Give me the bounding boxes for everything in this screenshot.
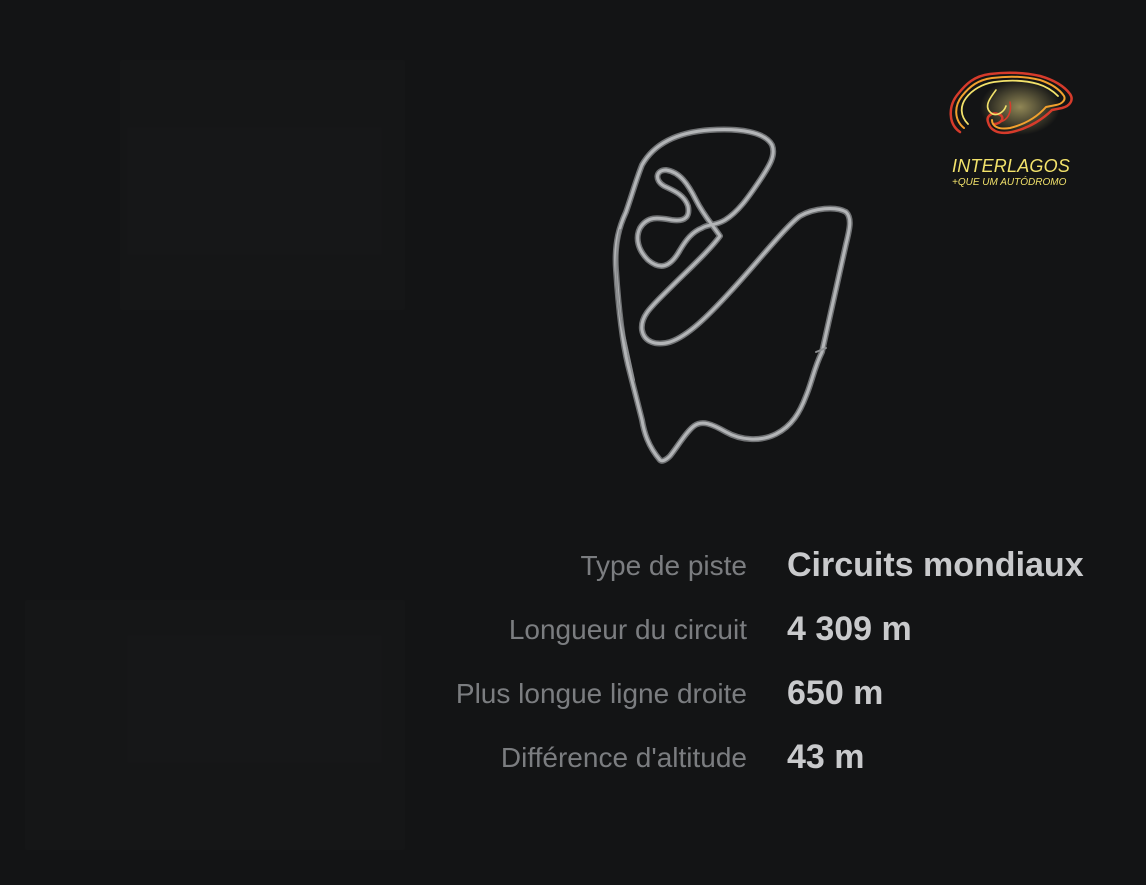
track-type-value: Circuits mondiaux: [787, 546, 1084, 584]
info-row-track-length: Longueur du circuit 4 309 m: [400, 606, 1120, 670]
elevation-difference-label: Différence d'altitude: [500, 742, 747, 773]
info-row-longest-straight: Plus longue ligne droite 650 m: [400, 670, 1120, 734]
longest-straight-value: 650 m: [787, 674, 884, 712]
interlagos-logo: INTERLAGOS +QUE UM AUTÓDROMO: [940, 62, 1080, 192]
track-info-screen: INTERLAGOS +QUE UM AUTÓDROMO Type de pis…: [0, 0, 1146, 885]
elevation-difference-value: 43 m: [787, 738, 865, 776]
track-map: [600, 120, 870, 470]
track-type-label: Type de piste: [580, 550, 747, 581]
track-length-label: Longueur du circuit: [508, 614, 747, 645]
background-panel: [25, 600, 405, 850]
info-row-elevation-difference: Différence d'altitude 43 m: [400, 734, 1120, 798]
logo-subtitle: +QUE UM AUTÓDROMO: [952, 177, 1067, 188]
info-row-track-type: Type de piste Circuits mondiaux: [400, 542, 1120, 606]
longest-straight-label: Plus longue ligne droite: [455, 678, 747, 709]
logo-title: INTERLAGOS: [952, 156, 1071, 176]
track-info-table: Type de piste Circuits mondiaux Longueur…: [400, 542, 1120, 798]
track-length-value: 4 309 m: [787, 610, 912, 648]
track-outline-icon: [612, 126, 853, 464]
interlagos-logo-icon: [949, 71, 1073, 135]
background-panel: [120, 60, 405, 310]
